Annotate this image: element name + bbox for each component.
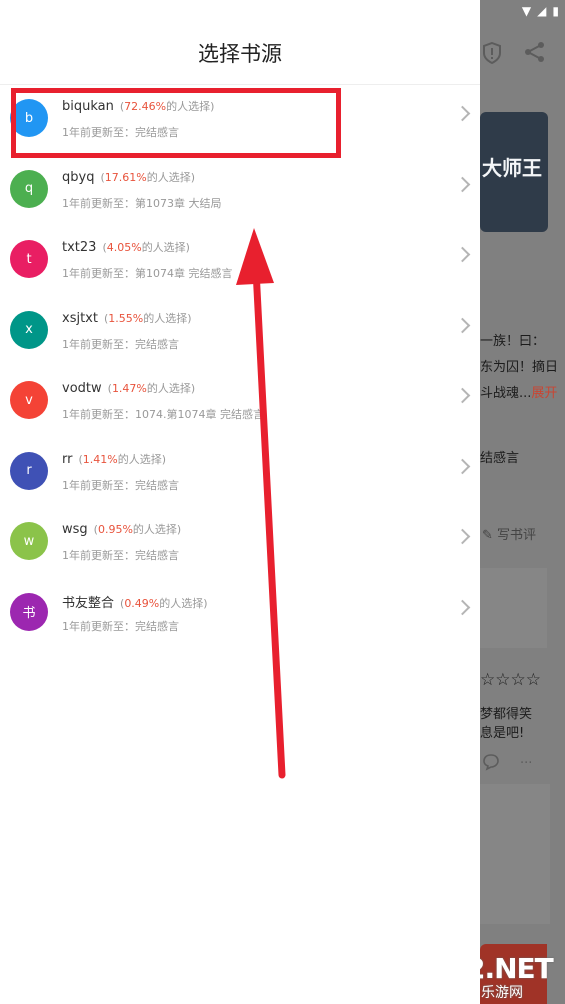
wifi-icon: ▼	[521, 4, 532, 18]
cover-title: 大师王	[482, 156, 542, 180]
desc-line: 东为囚！摘日	[480, 360, 559, 375]
battery-icon: ▮	[552, 4, 559, 18]
watermark-sub: 乐游网	[481, 985, 523, 1001]
share-icon	[524, 41, 546, 68]
review-line: 息是吧!	[480, 726, 525, 741]
desc-line: 斗战魂...展开	[480, 386, 558, 401]
shield-icon	[482, 41, 502, 69]
arrow-annotation	[236, 228, 286, 779]
expand-link: 展开	[531, 386, 558, 401]
write-review-label: ✎ 写书评	[482, 528, 537, 543]
comment-icon	[482, 753, 500, 776]
more-icon: ...	[520, 752, 533, 767]
review-line: 梦都得笑	[480, 707, 533, 722]
content-card	[480, 784, 550, 924]
background-app: 大师王 一族！曰： 东为囚！摘日 斗战魂...展开 结感言 ✎ 写书评 ☆☆☆☆…	[480, 0, 565, 1004]
book-cover: 大师王	[480, 112, 548, 232]
desc-line: 一族！曰：	[480, 334, 546, 349]
signal-icon: ◢	[537, 4, 547, 18]
review-card	[480, 568, 547, 648]
latest-chapter: 结感言	[480, 451, 520, 466]
status-bar: ▼ ◢ ▮	[480, 0, 565, 22]
rating-stars: ☆☆☆☆	[480, 670, 541, 690]
